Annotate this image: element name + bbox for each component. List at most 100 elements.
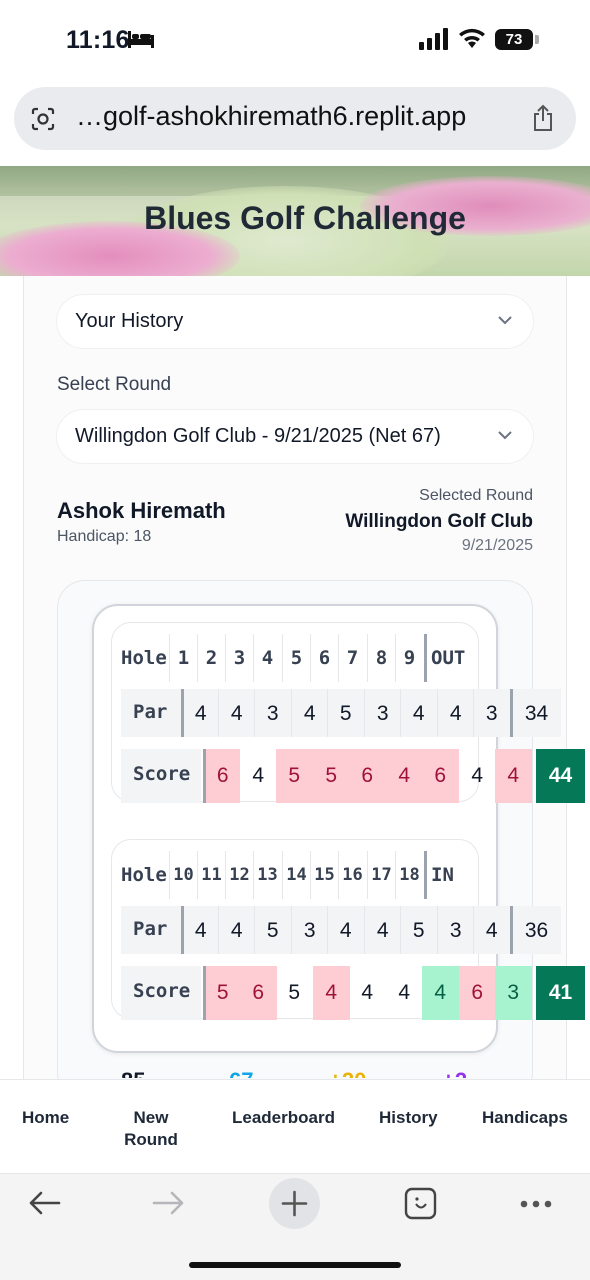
par-cell: 4 — [181, 689, 218, 737]
plus-icon — [281, 1190, 308, 1217]
chevron-down-icon — [498, 316, 512, 325]
par-total: 34 — [510, 689, 560, 737]
par-cell: 5 — [254, 906, 291, 954]
selected-round-date: 9/21/2025 — [461, 537, 533, 554]
par-cell: 4 — [400, 689, 437, 737]
bed-icon — [128, 31, 154, 48]
forward-arrow-icon[interactable] — [152, 1190, 186, 1216]
score-cell: 5 — [313, 749, 350, 803]
par-cell: 3 — [364, 689, 401, 737]
nav-home[interactable]: Home — [22, 1107, 69, 1129]
hole-number: 18 — [395, 851, 423, 899]
share-icon[interactable] — [531, 104, 555, 132]
front-hole-row: Hole 1 2 3 4 5 6 7 8 9 OUT — [121, 634, 471, 682]
score-cell: 4 — [313, 966, 350, 1020]
score-cell: 5 — [276, 749, 313, 803]
par-cell: 4 — [437, 689, 474, 737]
score-cell: 4 — [398, 981, 411, 1004]
score-cell: 5 — [203, 966, 240, 1020]
score-total: 41 — [536, 966, 585, 1020]
hole-number: 17 — [367, 851, 395, 899]
par-cell: 3 — [437, 906, 474, 954]
summary-gross: 85 — [121, 1068, 145, 1078]
hole-number: 7 — [338, 634, 366, 682]
score-cell: 4 — [422, 966, 459, 1020]
hole-number: 10 — [169, 851, 197, 899]
home-indicator — [189, 1262, 401, 1268]
hole-number: 13 — [253, 851, 281, 899]
round-select[interactable]: Willingdon Golf Club - 9/21/2025 (Net 67… — [57, 410, 533, 463]
more-options-icon[interactable] — [519, 1199, 553, 1209]
back-arrow-icon[interactable] — [27, 1190, 61, 1216]
history-select[interactable]: Your History — [57, 295, 533, 348]
par-cell: 5 — [327, 689, 364, 737]
score-total: 44 — [536, 749, 585, 803]
player-handicap: Handicap: 18 — [57, 528, 152, 545]
par-cell: 4 — [218, 689, 255, 737]
round-select-value: Willingdon Golf Club - 9/21/2025 (Net 67… — [75, 425, 441, 447]
back-par-row: Par 4 4 5 3 4 4 5 3 4 36 — [121, 906, 561, 954]
nav-home-label: Home — [22, 1108, 70, 1127]
summary-over-par: +20 — [329, 1068, 366, 1078]
nav-new-round-label-2: Round — [124, 1130, 178, 1149]
select-round-label: Select Round — [57, 374, 172, 395]
par-cell: 4 — [364, 906, 401, 954]
score-cell: 5 — [288, 981, 301, 1004]
score-cell: 6 — [349, 749, 386, 803]
hole-number: 6 — [310, 634, 338, 682]
tabs-overview-icon[interactable] — [404, 1187, 437, 1220]
hole-number: 16 — [338, 851, 366, 899]
hole-number: 8 — [367, 634, 395, 682]
nav-history[interactable]: History — [379, 1107, 438, 1129]
hole-number: 1 — [169, 634, 197, 682]
score-cell: 4 — [471, 764, 484, 787]
selected-round-course: Willingdon Golf Club — [345, 511, 533, 532]
score-cell: 6 — [240, 966, 277, 1020]
hole-number: 2 — [197, 634, 225, 682]
par-cell: 4 — [181, 906, 218, 954]
score-cell: 4 — [495, 749, 532, 803]
page-settings-icon[interactable] — [30, 106, 56, 132]
wifi-icon — [459, 28, 485, 48]
url-text[interactable]: …golf-ashokhiremath6.replit.app — [76, 101, 466, 132]
nav-handicaps[interactable]: Handicaps — [482, 1107, 568, 1129]
par-row-label: Par — [133, 701, 168, 723]
hole-number: 3 — [225, 634, 253, 682]
status-time: 11:16 — [66, 26, 130, 54]
score-row-label: Score — [121, 966, 201, 1020]
hole-number: 12 — [225, 851, 253, 899]
par-cell: 3 — [254, 689, 291, 737]
back-score-row: Score 5 6 5 4 4 4 4 6 3 41 — [121, 966, 585, 1020]
score-cell: 4 — [386, 749, 423, 803]
par-cell: 4 — [291, 689, 328, 737]
nav-new-round[interactable]: New Round — [124, 1107, 178, 1151]
round-summary: 85 67 +20 +2 — [100, 1066, 500, 1078]
hole-row-label: Hole — [121, 864, 167, 886]
score-cell: 4 — [361, 981, 374, 1004]
hole-total-label: OUT — [424, 634, 470, 682]
par-cell: 4 — [218, 906, 255, 954]
front-score-row: Score 6 4 5 5 6 4 6 4 4 44 — [121, 749, 585, 803]
history-select-value: Your History — [75, 310, 184, 332]
hole-number: 4 — [253, 634, 281, 682]
hole-number: 9 — [395, 634, 423, 682]
summary-other: +2 — [442, 1068, 467, 1078]
chevron-down-icon — [498, 431, 512, 440]
par-cell: 4 — [327, 906, 364, 954]
nav-leaderboard[interactable]: Leaderboard — [232, 1107, 335, 1129]
score-cell: 3 — [495, 966, 532, 1020]
nav-history-label: History — [379, 1108, 438, 1127]
score-cell: 6 — [459, 966, 496, 1020]
app-title: Blues Golf Challenge — [144, 200, 466, 236]
par-cell: 3 — [473, 689, 510, 737]
hole-total-label: IN — [424, 851, 470, 899]
hole-number: 15 — [310, 851, 338, 899]
score-cell: 4 — [252, 764, 265, 787]
status-bar: 11:16 73 — [0, 0, 590, 80]
hole-number: 14 — [282, 851, 310, 899]
new-tab-button[interactable] — [269, 1178, 320, 1229]
score-cell: 6 — [203, 749, 240, 803]
score-cell: 6 — [422, 749, 459, 803]
selected-round-label: Selected Round — [419, 487, 533, 504]
par-row-label: Par — [133, 918, 168, 940]
